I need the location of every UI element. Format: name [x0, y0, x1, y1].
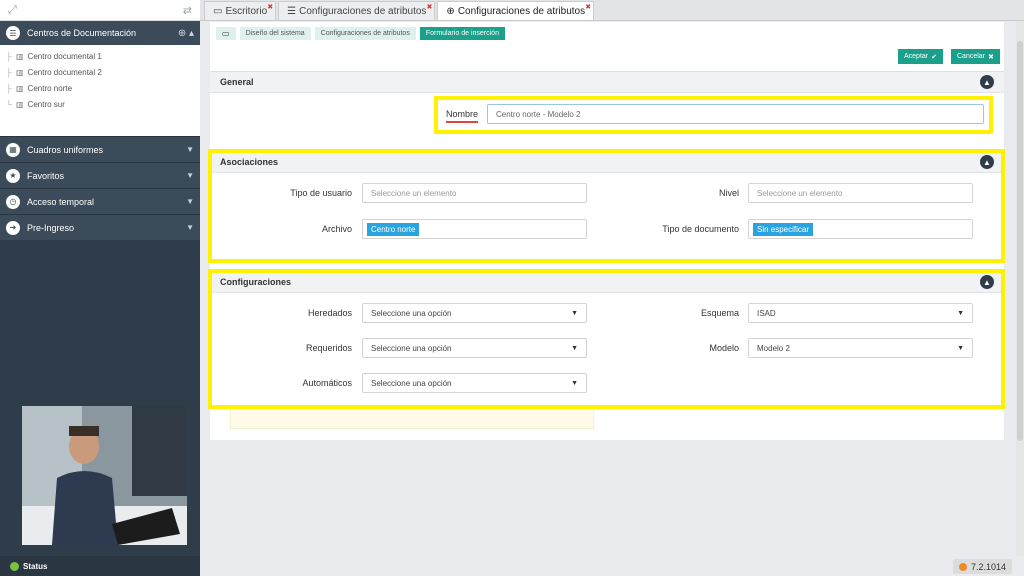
swap-icon[interactable]: ⇄	[183, 4, 192, 17]
presenter-video-frame	[22, 406, 187, 545]
chevron-down-icon: ▼	[186, 223, 194, 232]
scrollbar-thumb[interactable]	[1017, 41, 1023, 441]
sidebar-section-favoritos[interactable]: ★ Favoritos ▼	[0, 162, 200, 188]
building-icon: ▥	[16, 51, 24, 61]
sidebar-toolbar: ⤢ ⇄	[0, 0, 200, 21]
close-icon: ✖	[988, 53, 994, 61]
building-icon: ▥	[16, 83, 24, 93]
tab-configuraciones-list[interactable]: ☰ Configuraciones de atributos ✖	[278, 1, 436, 20]
breadcrumb-diseno[interactable]: Diseño del sistema	[239, 27, 311, 40]
breadcrumb-formulario[interactable]: Formulario de inserción	[419, 27, 505, 40]
sidebar-section-pre-ingreso[interactable]: ➜ Pre-Ingreso ▼	[0, 214, 200, 240]
breadcrumb: ▭ Diseño del sistema Configuraciones de …	[216, 27, 505, 40]
tree-item-centro-documental-1[interactable]: ├ ▥ Centro documental 1	[6, 48, 200, 64]
notice-bar	[230, 409, 594, 429]
status-dot-icon	[10, 561, 19, 571]
chevron-down-icon: ▼	[186, 171, 194, 180]
cancel-button[interactable]: Cancelar ✖	[951, 49, 1000, 64]
status-label: Status	[23, 561, 48, 571]
login-icon: ➜	[6, 220, 20, 235]
close-icon[interactable]: ✖	[267, 3, 273, 11]
accept-button[interactable]: Aceptar ✔	[898, 49, 943, 64]
zoom-icon[interactable]: ⊕ ▴	[178, 28, 194, 39]
sidebar-section-cuadros-uniformes[interactable]: ▦ Cuadros uniformes ▼	[0, 136, 200, 162]
version-dot-icon	[958, 562, 967, 571]
highlight-nombre	[434, 96, 993, 134]
chevron-down-icon: ▼	[186, 197, 194, 206]
clock-icon: ◷	[6, 194, 20, 209]
chevron-down-icon: ▼	[186, 145, 194, 154]
highlight-configuraciones	[208, 269, 1005, 409]
building-icon: ▥	[16, 99, 24, 109]
general-panel-header[interactable]: General ▲	[210, 71, 1004, 93]
list-icon: ☰	[287, 5, 297, 17]
presenter-video	[22, 406, 187, 545]
close-icon[interactable]: ✖	[585, 3, 591, 11]
sidebar-section-acceso-temporal[interactable]: ◷ Acceso temporal ▼	[0, 188, 200, 214]
tab-bar: ▭ Escritorio ✖ ☰ Configuraciones de atri…	[200, 0, 1024, 21]
tab-escritorio[interactable]: ▭ Escritorio ✖	[204, 1, 277, 20]
tree-item-centro-norte[interactable]: ├ ▥ Centro norte	[6, 80, 200, 96]
star-icon: ★	[6, 168, 20, 183]
highlight-asociaciones	[208, 149, 1005, 263]
form-container: ▭ Diseño del sistema Configuraciones de …	[208, 22, 1005, 440]
plus-circle-icon: ⊕	[446, 5, 455, 17]
main-area: ▭ Escritorio ✖ ☰ Configuraciones de atri…	[200, 0, 1024, 576]
list-icon: ☰	[6, 26, 20, 40]
grid-icon: ▦	[6, 142, 20, 157]
document-center-tree: ├ ▥ Centro documental 1 ├ ▥ Centro documen…	[0, 45, 200, 136]
expand-icon[interactable]: ⤢	[8, 4, 17, 17]
tree-item-centro-documental-2[interactable]: ├ ▥ Centro documental 2	[6, 64, 200, 80]
general-title: General	[220, 77, 254, 87]
sidebar-header[interactable]: ☰ Centros de Documentación ⊕ ▴	[0, 21, 200, 45]
breadcrumb-configuraciones[interactable]: Configuraciones de atributos	[314, 27, 416, 40]
monitor-icon[interactable]: ▭	[216, 27, 236, 40]
monitor-icon: ▭	[213, 5, 223, 17]
building-icon: ▥	[16, 67, 24, 77]
status-bar: Status	[0, 556, 200, 576]
version-badge: 7.2.1014	[952, 559, 1012, 574]
check-icon: ✔	[931, 53, 937, 61]
scrollbar[interactable]	[1016, 21, 1024, 556]
tree-item-centro-sur[interactable]: └ ▥ Centro sur	[6, 96, 200, 112]
sidebar-header-label: Centros de Documentación	[27, 28, 137, 38]
chevron-up-icon[interactable]: ▲	[980, 75, 994, 89]
sidebar: ⤢ ⇄ ☰ Centros de Documentación ⊕ ▴ ├ ▥ Ce…	[0, 0, 200, 576]
close-icon[interactable]: ✖	[427, 3, 433, 11]
tab-configuraciones-insert[interactable]: ⊕ Configuraciones de atributos ✖	[437, 1, 595, 20]
